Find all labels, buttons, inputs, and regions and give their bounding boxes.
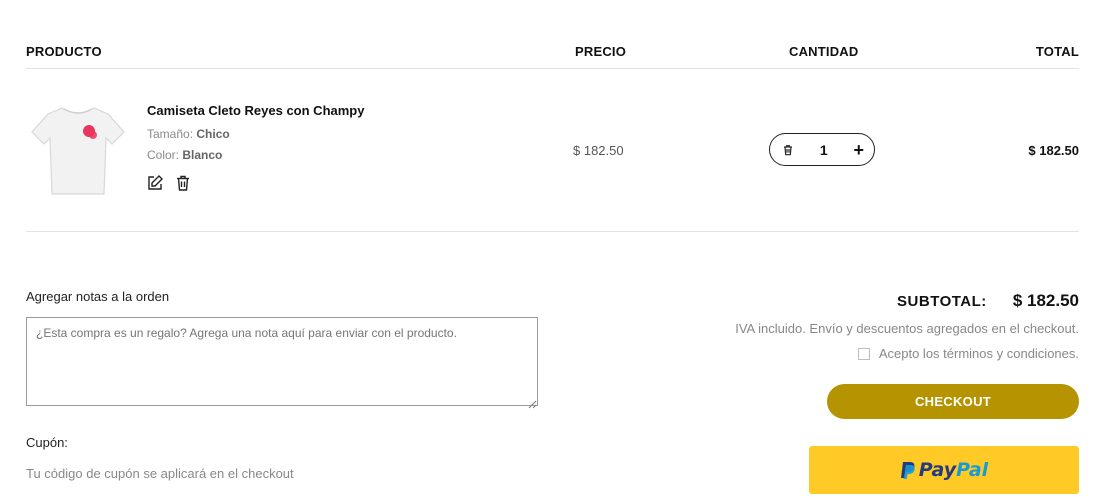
checkout-button[interactable]: CHECKOUT — [827, 384, 1079, 419]
tax-note: IVA incluido. Envío y descuentos agregad… — [735, 321, 1079, 336]
resize-handle[interactable] — [528, 396, 537, 409]
product-actions — [146, 174, 192, 192]
subtotal-row: SUBTOTAL: $ 182.50 — [897, 291, 1079, 311]
row-divider — [26, 231, 1079, 232]
paypal-button[interactable]: PayPal — [809, 446, 1079, 494]
size-label: Tamaño: — [147, 127, 194, 141]
product-name[interactable]: Camiseta Cleto Reyes con Champy — [147, 103, 364, 118]
product-color: Color: Blanco — [147, 148, 222, 162]
subtotal-label: SUBTOTAL: — [897, 293, 987, 310]
plus-icon[interactable]: + — [853, 141, 864, 159]
quantity-value[interactable]: 1 — [809, 142, 839, 158]
coupon-label: Cupón: — [26, 435, 68, 450]
product-size: Tamaño: Chico — [147, 127, 230, 141]
t-shirt-image — [31, 107, 125, 195]
header-total: TOTAL — [1035, 44, 1079, 59]
size-value: Chico — [196, 127, 230, 141]
product-price: $ 182.50 — [573, 143, 624, 158]
edit-icon[interactable] — [146, 174, 164, 192]
terms-label[interactable]: Acepto los términos y condiciones. — [879, 346, 1079, 361]
paypal-wordmark: PayPal — [919, 459, 988, 481]
product-image[interactable] — [26, 98, 130, 202]
line-total: $ 182.50 — [1028, 143, 1079, 158]
terms-row: Acepto los términos y condiciones. — [857, 346, 1079, 361]
coupon-note: Tu código de cupón se aplicará en el che… — [26, 466, 294, 481]
header-divider — [26, 68, 1079, 69]
header-quantity: CANTIDAD — [789, 44, 859, 59]
paypal-logo-icon — [900, 461, 915, 479]
order-notes-input[interactable] — [26, 317, 538, 406]
subtotal-value: $ 182.50 — [1012, 291, 1079, 310]
trash-icon[interactable] — [174, 174, 192, 192]
trash-icon[interactable] — [782, 144, 794, 156]
color-label: Color: — [147, 148, 180, 162]
paypal-word-pal: Pal — [956, 459, 989, 481]
notes-label: Agregar notas a la orden — [26, 289, 170, 304]
header-product: PRODUCTO — [26, 44, 102, 59]
quantity-stepper: 1 + — [769, 133, 875, 166]
color-value: Blanco — [182, 148, 223, 162]
paypal-word-pay: Pay — [918, 459, 957, 481]
header-price: PRECIO — [575, 44, 627, 59]
terms-checkbox[interactable] — [857, 347, 870, 360]
